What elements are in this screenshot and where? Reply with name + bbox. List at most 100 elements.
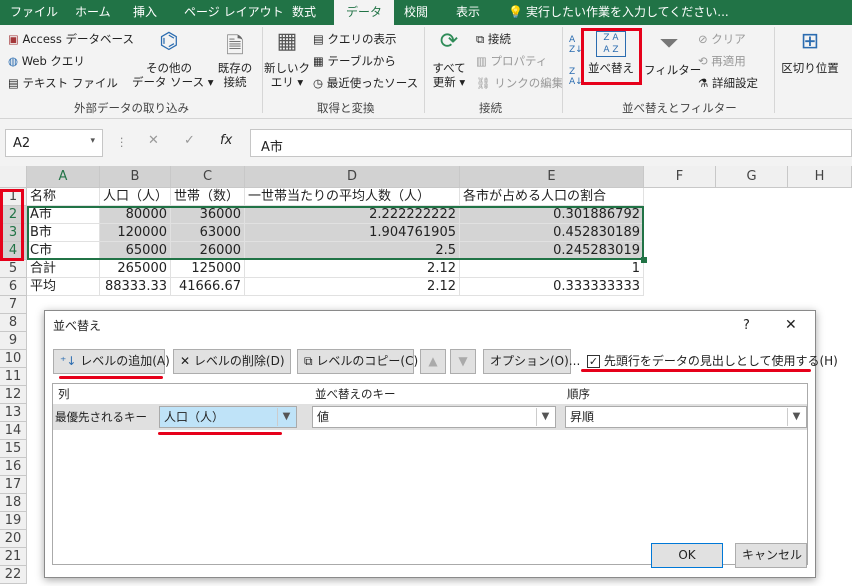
row-header[interactable]: 15 xyxy=(0,440,27,458)
tab-view[interactable]: 表示 xyxy=(456,0,480,25)
sheet-cell[interactable]: 1 xyxy=(460,260,644,278)
copy-level-button[interactable]: ⧉ レベルのコピー(C) xyxy=(297,349,418,374)
show-queries-button[interactable]: ▤ クエリの表示 xyxy=(313,32,397,46)
sheet-cell[interactable]: 平均 xyxy=(27,278,100,296)
clock-icon: ◷ xyxy=(313,76,324,90)
advanced-button[interactable]: ⚗ 詳細設定 xyxy=(698,76,758,90)
divider xyxy=(262,27,263,113)
close-button[interactable]: ✕ xyxy=(785,318,797,332)
column-header[interactable]: D xyxy=(245,166,460,188)
connections-button[interactable]: ⧉ 接続 xyxy=(476,32,511,46)
row-header[interactable]: 7 xyxy=(0,296,27,314)
key-select[interactable]: 値 ▼ xyxy=(312,406,556,428)
sheet-cell[interactable]: 0.333333333 xyxy=(460,278,644,296)
chevron-down-icon: ▼ xyxy=(536,408,554,426)
tab-data[interactable]: データ xyxy=(334,0,395,25)
enter-icon[interactable]: ✓ xyxy=(184,134,195,148)
sheet-cell[interactable]: 各市が占める人口の割合 xyxy=(460,188,644,206)
from-table-button[interactable]: ▦ テーブルから xyxy=(313,54,396,68)
delete-level-button[interactable]: ✕ レベルの削除(D) xyxy=(173,349,291,374)
sheet-cell[interactable]: 一世帯当たりの平均人数（人） xyxy=(245,188,460,206)
add-level-button[interactable]: ⁺↓ レベルの追加(A) xyxy=(53,349,170,374)
copy-icon: ⧉ xyxy=(304,354,313,368)
chevron-down-icon: ▼ xyxy=(277,408,295,426)
access-button[interactable]: ▣ Access データベース xyxy=(8,32,134,46)
insert-function-icon[interactable]: fx xyxy=(220,134,232,148)
row-header[interactable]: 10 xyxy=(0,350,27,368)
options-button[interactable]: オプション(O)... xyxy=(483,349,580,374)
key-header-label: 並べ替えのキー xyxy=(315,387,396,401)
sheet-cell[interactable]: 世帯（数） xyxy=(171,188,245,206)
row-header[interactable]: 17 xyxy=(0,476,27,494)
sheet-cell[interactable]: 265000 xyxy=(100,260,171,278)
row-header[interactable]: 21 xyxy=(0,548,27,566)
tell-me-search[interactable]: 実行したい作業を入力してください... xyxy=(526,0,729,25)
ok-button[interactable]: OK xyxy=(651,543,723,568)
tab-file[interactable]: ファイル xyxy=(10,0,58,25)
row-header[interactable]: 12 xyxy=(0,386,27,404)
row-header[interactable]: 13 xyxy=(0,404,27,422)
chevron-down-icon: ▼ xyxy=(787,408,805,426)
cancel-icon[interactable]: ✕ xyxy=(148,134,159,148)
highlight-rows xyxy=(0,189,24,261)
column-header[interactable]: E xyxy=(460,166,644,188)
column-header[interactable]: A xyxy=(27,166,100,188)
row-header[interactable]: 20 xyxy=(0,530,27,548)
clear-button[interactable]: ⊘ クリア xyxy=(698,32,746,46)
row-header[interactable]: 16 xyxy=(0,458,27,476)
name-box[interactable]: A2 ▾ xyxy=(5,129,103,157)
fill-handle[interactable] xyxy=(641,257,647,263)
other-sources-button[interactable]: ⌬ その他の データ ソース ▾ xyxy=(132,29,214,97)
column-header[interactable]: G xyxy=(716,166,788,188)
filter-button[interactable]: ⏷ フィルター xyxy=(644,29,701,85)
row-header[interactable]: 5 xyxy=(0,260,27,278)
row-header[interactable]: 8 xyxy=(0,314,27,332)
sort-level-row[interactable]: 最優先されるキー 人口（人） ▼ 値 ▼ 昇順 ▼ xyxy=(53,404,807,430)
row-header[interactable]: 14 xyxy=(0,422,27,440)
existing-connections-button[interactable]: 🗎 既存の 接続 xyxy=(212,29,258,97)
new-query-button[interactable]: ▦ 新しいク エリ ▾ xyxy=(264,29,310,97)
column-header[interactable]: F xyxy=(644,166,716,188)
formula-input[interactable]: A市 xyxy=(250,129,852,157)
row-header[interactable]: 9 xyxy=(0,332,27,350)
reapply-button[interactable]: ⟲ 再適用 xyxy=(698,54,746,68)
column-select[interactable]: 人口（人） ▼ xyxy=(159,406,297,428)
select-all[interactable] xyxy=(0,166,27,188)
column-header[interactable]: B xyxy=(100,166,171,188)
row-header[interactable]: 6 xyxy=(0,278,27,296)
row-header[interactable]: 18 xyxy=(0,494,27,512)
cancel-button[interactable]: キャンセル xyxy=(735,543,807,568)
tab-insert[interactable]: 挿入 xyxy=(133,0,157,25)
row-header[interactable]: 22 xyxy=(0,566,27,584)
move-down-button[interactable]: ▼ xyxy=(450,349,476,374)
sheet-cell[interactable]: 2.12 xyxy=(245,260,460,278)
sheet-cell[interactable]: 2.12 xyxy=(245,278,460,296)
edit-links-button[interactable]: ⛓ リンクの編集 xyxy=(476,76,563,90)
text-file-button[interactable]: ▤ テキスト ファイル xyxy=(8,76,118,90)
sheet-cell[interactable]: 125000 xyxy=(171,260,245,278)
column-header[interactable]: C xyxy=(171,166,245,188)
sheet-cell[interactable]: 88333.33 xyxy=(100,278,171,296)
tab-formulas[interactable]: 数式 xyxy=(292,0,316,25)
recent-sources-button[interactable]: ◷ 最近使ったソース xyxy=(313,76,418,90)
sheet-cell[interactable]: 人口（人） xyxy=(100,188,171,206)
table-icon: ▦ xyxy=(313,54,324,68)
header-checkbox[interactable]: ✓ 先頭行をデータの見出しとして使用する(H) xyxy=(587,354,838,368)
order-select[interactable]: 昇順 ▼ xyxy=(565,406,807,428)
tab-home[interactable]: ホーム xyxy=(75,0,111,25)
tab-review[interactable]: 校閲 xyxy=(404,0,428,25)
refresh-all-button[interactable]: ⟳ すべて 更新 ▾ xyxy=(428,29,470,97)
sheet-cell[interactable]: 合計 xyxy=(27,260,100,278)
help-button[interactable]: ? xyxy=(743,319,750,333)
text-to-columns-button[interactable]: ⊞ 区切り位置 xyxy=(780,29,840,97)
web-query-button[interactable]: ◍ Web クエリ xyxy=(8,54,85,68)
sheet-cell[interactable]: 名称 xyxy=(27,188,100,206)
row-header[interactable]: 11 xyxy=(0,368,27,386)
sheet-cell[interactable]: 41666.67 xyxy=(171,278,245,296)
move-up-button[interactable]: ▲ xyxy=(420,349,446,374)
properties-button[interactable]: ▥ プロパティ xyxy=(476,54,547,68)
column-header[interactable]: H xyxy=(788,166,852,188)
row-header[interactable]: 19 xyxy=(0,512,27,530)
tab-page-layout[interactable]: ページ レイアウト xyxy=(184,0,284,25)
divider xyxy=(562,27,563,113)
